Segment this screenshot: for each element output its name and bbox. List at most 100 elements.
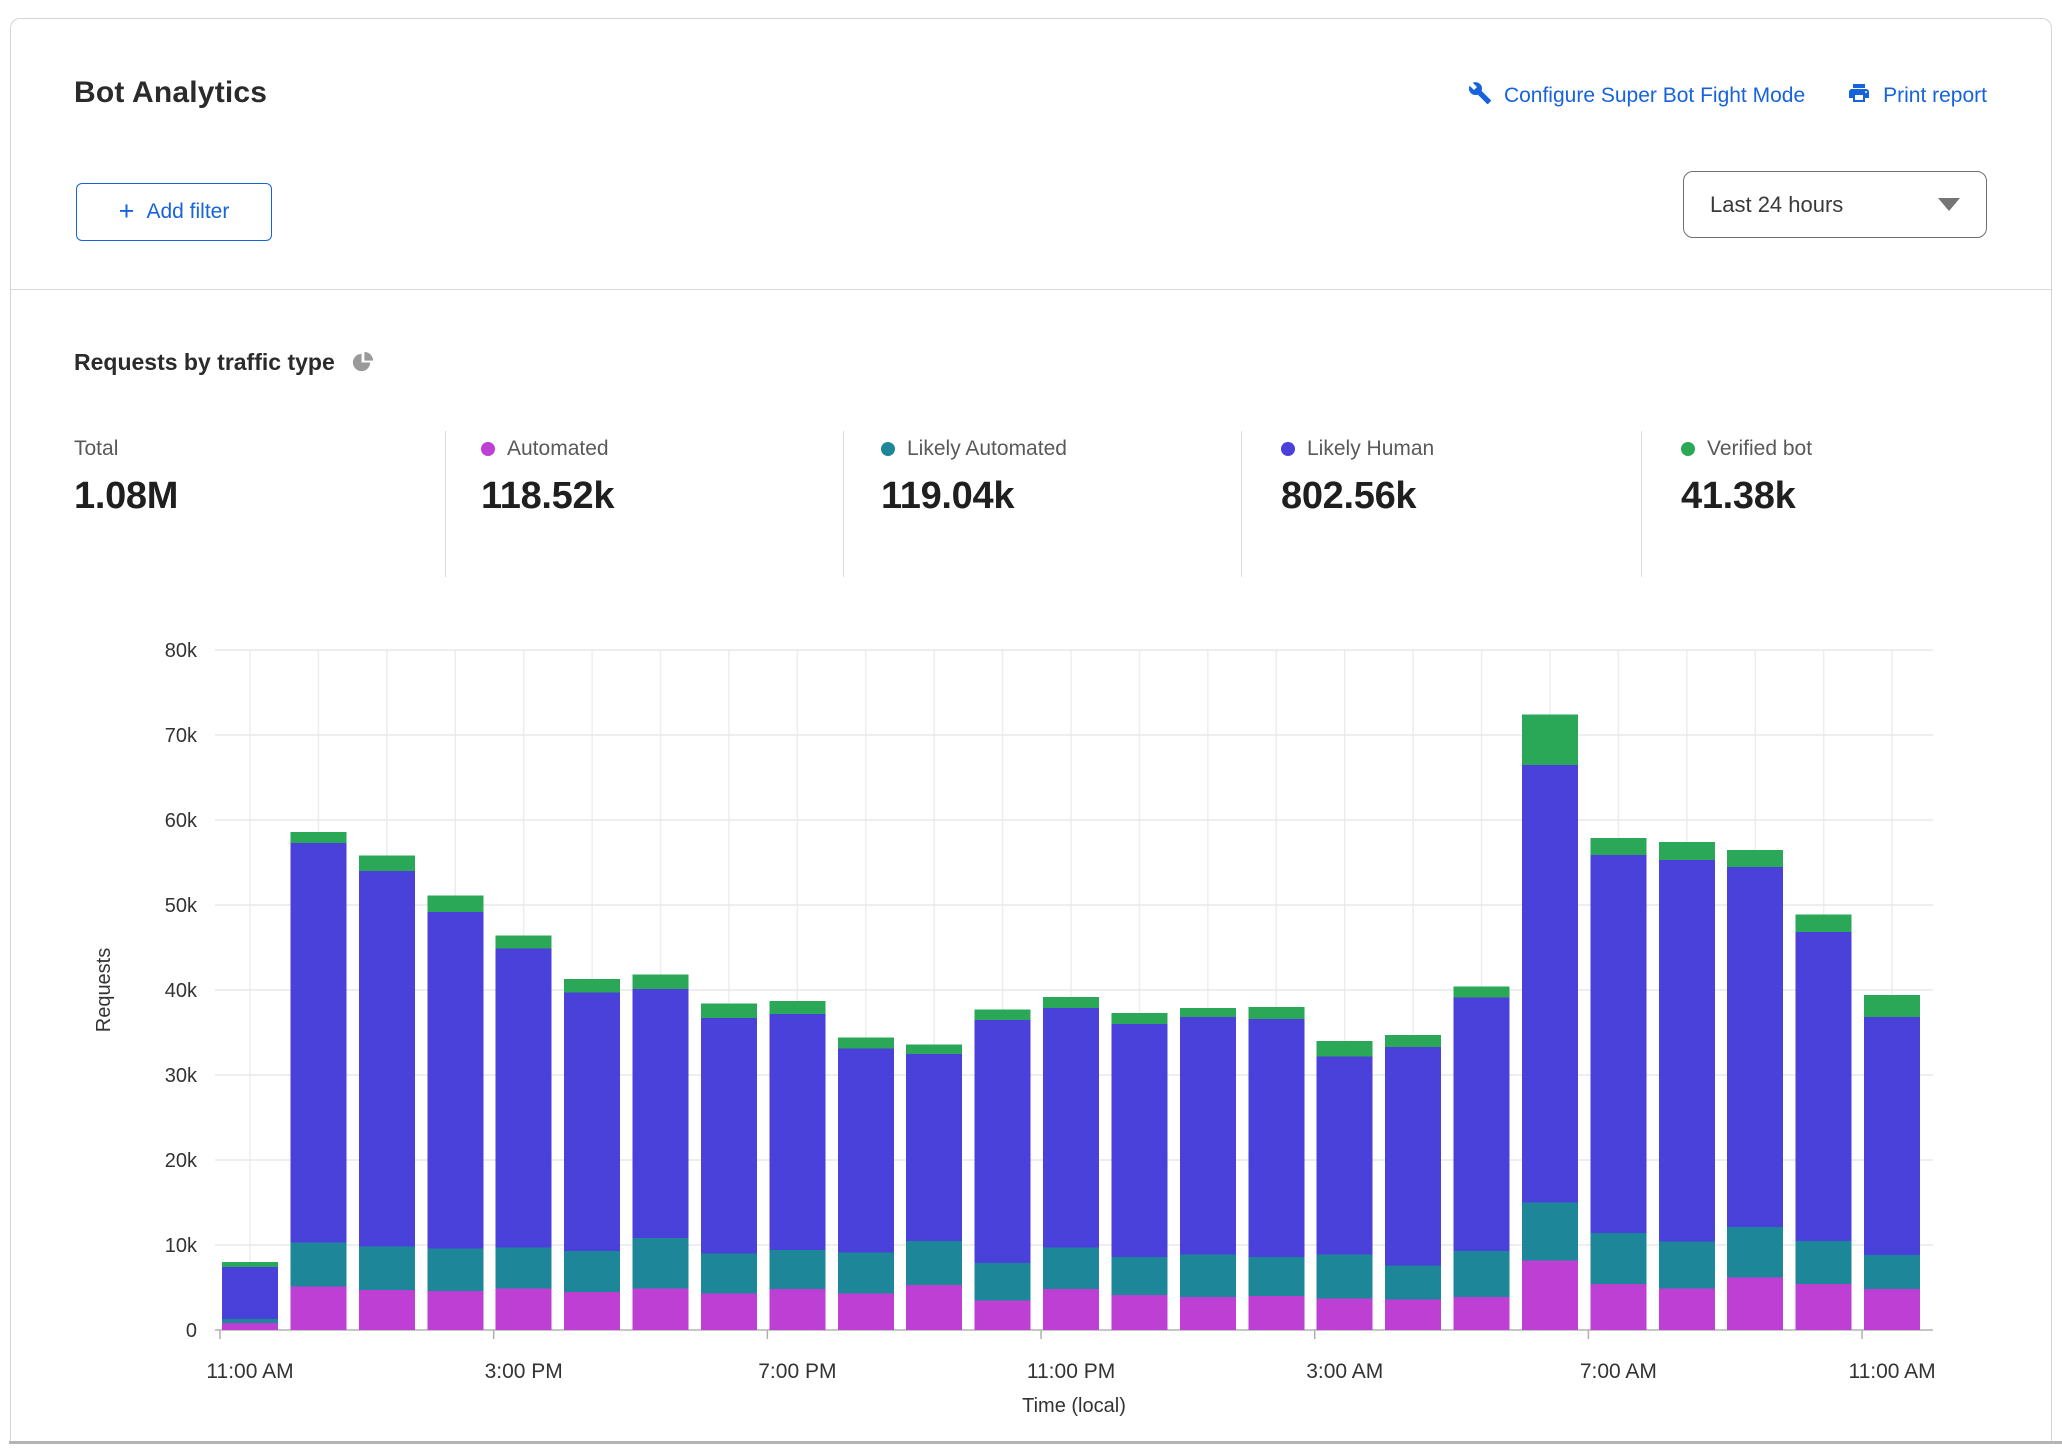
bar-segment-automated[interactable]: [358, 1290, 415, 1330]
bar-segment-likely-automated[interactable]: [1111, 1256, 1168, 1296]
bar-segment-automated[interactable]: [1179, 1296, 1236, 1330]
bar-segment-likely-human[interactable]: [769, 1013, 826, 1251]
bar-segment-automated[interactable]: [1727, 1277, 1784, 1330]
bar-segment-likely-human[interactable]: [1385, 1046, 1442, 1266]
bar-segment-verified-bot[interactable]: [837, 1037, 894, 1049]
pie-chart-icon[interactable]: [351, 351, 374, 374]
bar-segment-verified-bot[interactable]: [1590, 837, 1647, 855]
bar-segment-verified-bot[interactable]: [290, 831, 347, 843]
bar-segment-likely-automated[interactable]: [1864, 1255, 1921, 1290]
bar-segment-likely-human[interactable]: [1795, 932, 1852, 1241]
stat-likely-automated[interactable]: Likely Automated 119.04k: [881, 437, 1067, 518]
bar-segment-likely-automated[interactable]: [700, 1253, 757, 1294]
bar-segment-automated[interactable]: [700, 1293, 757, 1330]
bar-segment-automated[interactable]: [222, 1323, 278, 1330]
bar-segment-likely-automated[interactable]: [906, 1240, 963, 1285]
requests-by-traffic-type-chart[interactable]: 0 10k 20k 30k 40k 50k 60k 70k 80k 11:00 AM 3:00 PM…: [0, 600, 2062, 1450]
bar-segment-likely-human[interactable]: [1248, 1018, 1305, 1257]
bar-segment-automated[interactable]: [906, 1284, 963, 1330]
bar-segment-likely-automated[interactable]: [1521, 1202, 1578, 1261]
bar-segment-verified-bot[interactable]: [564, 978, 621, 993]
bar-segment-likely-automated[interactable]: [1658, 1241, 1715, 1289]
bar-segment-likely-automated[interactable]: [358, 1246, 415, 1291]
bar-segment-verified-bot[interactable]: [1248, 1007, 1305, 1019]
bar-segment-likely-human[interactable]: [564, 992, 621, 1251]
bar-segment-verified-bot[interactable]: [1864, 995, 1921, 1018]
bar-segment-automated[interactable]: [1864, 1289, 1921, 1330]
bar-segment-verified-bot[interactable]: [1521, 714, 1578, 765]
bar-segment-verified-bot[interactable]: [1316, 1041, 1373, 1057]
stat-automated[interactable]: Automated 118.52k: [481, 437, 614, 518]
bar-segment-verified-bot[interactable]: [632, 974, 689, 990]
bar-segment-automated[interactable]: [1111, 1295, 1168, 1330]
bar-segment-likely-human[interactable]: [632, 989, 689, 1239]
bar-segment-likely-human[interactable]: [1590, 854, 1647, 1234]
bar-segment-automated[interactable]: [974, 1300, 1031, 1330]
bar-segment-likely-human[interactable]: [427, 911, 484, 1249]
bar-segment-automated[interactable]: [1521, 1260, 1578, 1330]
bar-segment-likely-human[interactable]: [222, 1267, 278, 1319]
bar-segment-verified-bot[interactable]: [1111, 1012, 1168, 1024]
bar-segment-likely-automated[interactable]: [1727, 1227, 1784, 1278]
bar-segment-likely-automated[interactable]: [222, 1318, 278, 1324]
bar-segment-likely-human[interactable]: [1111, 1024, 1168, 1257]
bar-segment-likely-human[interactable]: [290, 842, 347, 1243]
configure-super-bot-fight-mode-link[interactable]: Configure Super Bot Fight Mode: [1468, 81, 1805, 111]
bar-segment-verified-bot[interactable]: [700, 1003, 757, 1019]
bar-segment-likely-automated[interactable]: [769, 1250, 826, 1290]
bar-segment-likely-automated[interactable]: [495, 1247, 552, 1289]
bar-segment-automated[interactable]: [1658, 1288, 1715, 1330]
bar-segment-likely-automated[interactable]: [290, 1242, 347, 1287]
bar-segment-likely-human[interactable]: [1043, 1007, 1100, 1248]
bar-segment-automated[interactable]: [632, 1288, 689, 1330]
bar-segment-likely-human[interactable]: [1521, 764, 1578, 1203]
bar-segment-likely-human[interactable]: [1727, 866, 1784, 1228]
bar-segment-likely-automated[interactable]: [974, 1262, 1031, 1301]
bar-segment-likely-human[interactable]: [1453, 997, 1510, 1251]
bar-segment-automated[interactable]: [1316, 1298, 1373, 1330]
bar-segment-automated[interactable]: [1795, 1284, 1852, 1330]
bar-segment-verified-bot[interactable]: [1795, 914, 1852, 933]
bar-segment-verified-bot[interactable]: [358, 855, 415, 871]
bar-segment-likely-automated[interactable]: [1590, 1233, 1647, 1285]
stat-likely-human[interactable]: Likely Human 802.56k: [1281, 437, 1434, 518]
bar-segment-verified-bot[interactable]: [222, 1262, 278, 1268]
bar-segment-automated[interactable]: [1453, 1296, 1510, 1330]
bar-segment-likely-human[interactable]: [974, 1019, 1031, 1263]
bar-segment-verified-bot[interactable]: [769, 1001, 826, 1014]
bar-segment-likely-human[interactable]: [837, 1048, 894, 1253]
bar-segment-likely-automated[interactable]: [564, 1250, 621, 1292]
print-report-link[interactable]: Print report: [1847, 81, 1987, 111]
bar-segment-verified-bot[interactable]: [1385, 1035, 1442, 1047]
bar-segment-automated[interactable]: [837, 1293, 894, 1330]
bar-segment-likely-automated[interactable]: [632, 1238, 689, 1289]
bar-segment-likely-automated[interactable]: [1795, 1240, 1852, 1285]
stat-verified-bot[interactable]: Verified bot 41.38k: [1681, 437, 1812, 518]
bar-segment-automated[interactable]: [1248, 1296, 1305, 1330]
bar-segment-verified-bot[interactable]: [974, 1009, 1031, 1020]
bar-segment-automated[interactable]: [1043, 1289, 1100, 1330]
bar-segment-likely-automated[interactable]: [1179, 1254, 1236, 1297]
bar-segment-verified-bot[interactable]: [427, 895, 484, 912]
bar-segment-automated[interactable]: [427, 1290, 484, 1330]
bar-segment-automated[interactable]: [564, 1291, 621, 1330]
bar-segment-likely-automated[interactable]: [1043, 1247, 1100, 1290]
bar-segment-automated[interactable]: [290, 1286, 347, 1330]
bar-segment-likely-automated[interactable]: [427, 1248, 484, 1291]
bar-segment-likely-human[interactable]: [1658, 859, 1715, 1242]
bar-segment-likely-human[interactable]: [700, 1018, 757, 1254]
bar-segment-verified-bot[interactable]: [1727, 849, 1784, 867]
bar-segment-likely-automated[interactable]: [837, 1252, 894, 1294]
bar-segment-likely-human[interactable]: [1864, 1017, 1921, 1256]
bar-segment-automated[interactable]: [769, 1289, 826, 1330]
bar-segment-likely-human[interactable]: [1179, 1017, 1236, 1255]
bar-segment-likely-automated[interactable]: [1453, 1250, 1510, 1297]
bar-segment-verified-bot[interactable]: [1453, 986, 1510, 998]
add-filter-button[interactable]: + Add filter: [76, 183, 272, 241]
bar-segment-automated[interactable]: [1590, 1284, 1647, 1330]
bar-segment-likely-human[interactable]: [358, 871, 415, 1247]
bar-segment-automated[interactable]: [495, 1288, 552, 1330]
bar-segment-verified-bot[interactable]: [906, 1044, 963, 1054]
bar-segment-likely-automated[interactable]: [1385, 1265, 1442, 1300]
bar-segment-automated[interactable]: [1385, 1299, 1442, 1330]
